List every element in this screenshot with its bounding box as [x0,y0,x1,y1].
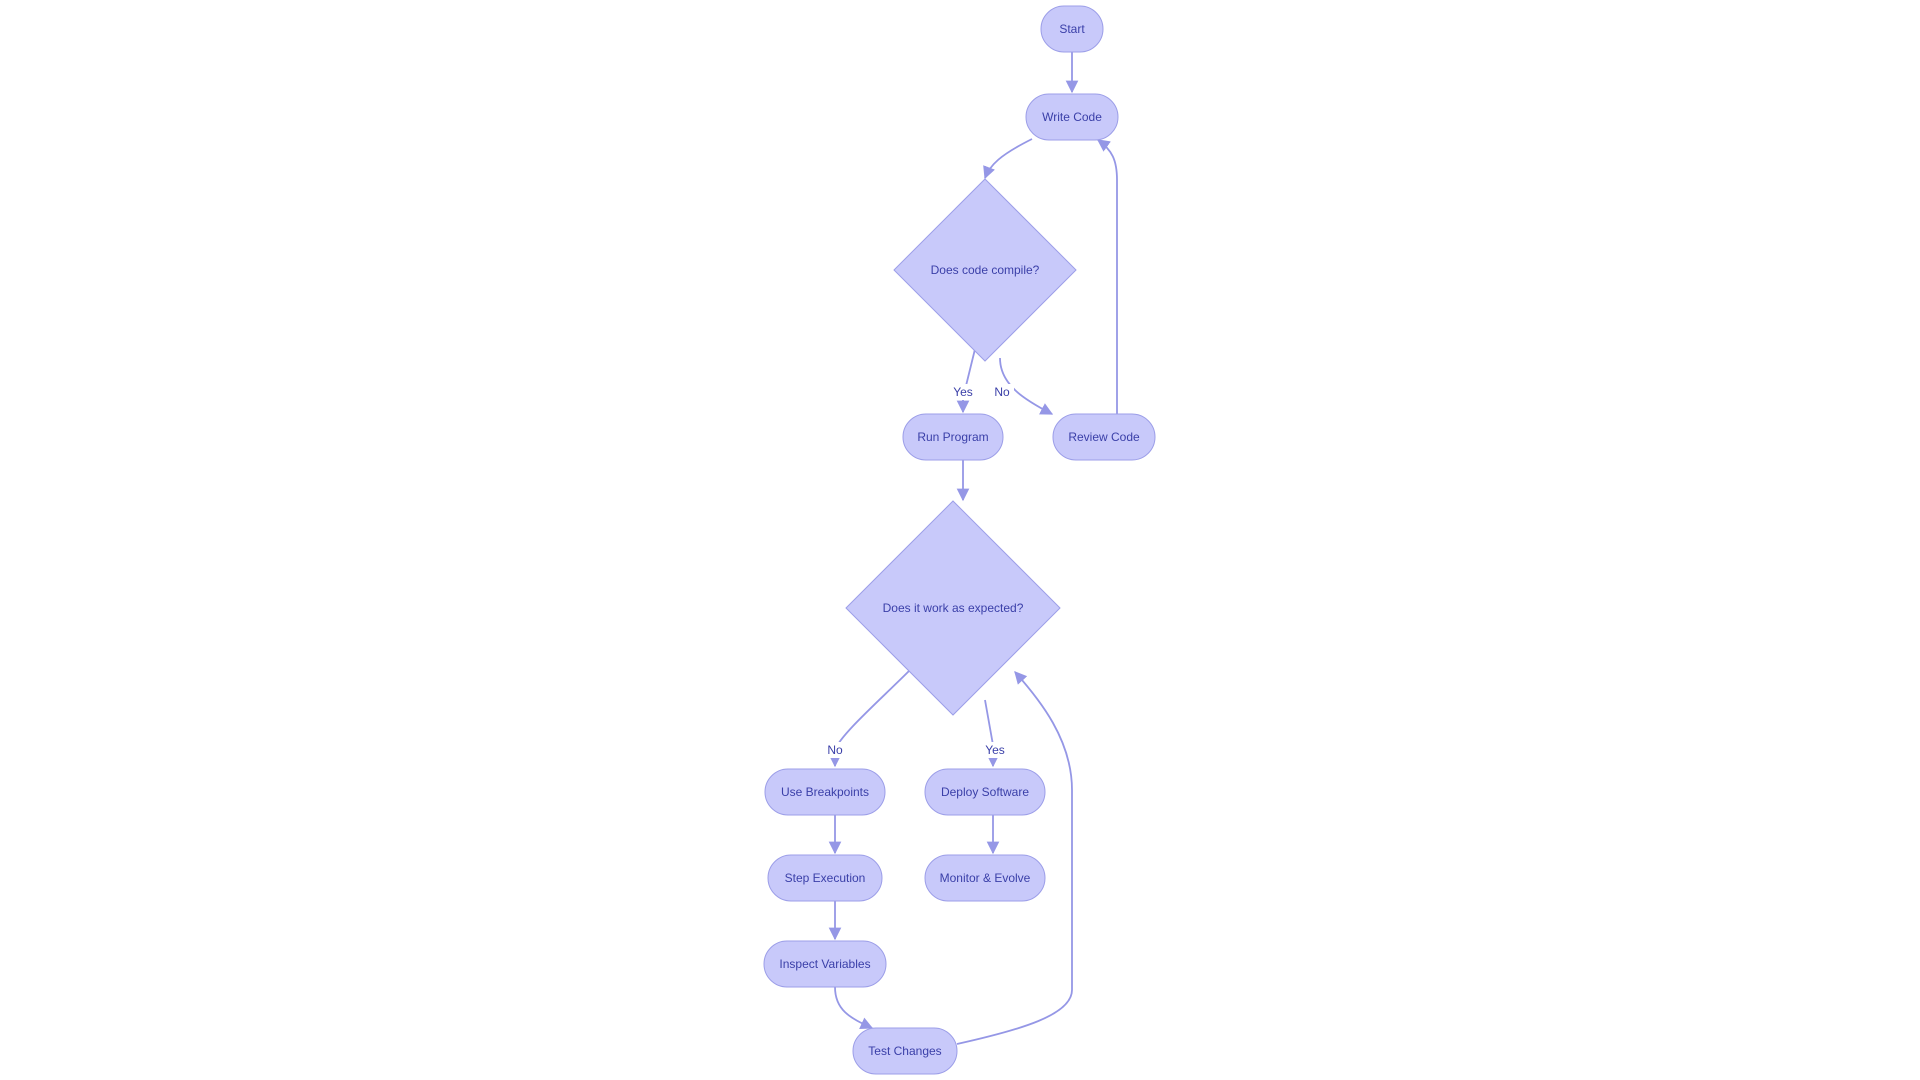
node-label: Does code compile? [931,263,1040,277]
node-use-breakpoints[interactable]: Use Breakpoints [764,768,886,816]
node-label: Run Program [917,430,988,444]
nodes-layer: Start Write Code Does code compile? Run Pro… [763,5,1156,1075]
node-compile[interactable]: Does code compile? [893,178,1077,362]
edge-label-text: Yes [953,385,973,399]
edge-inspect-vars-to-test-changes [834,986,874,1030]
edge-write-code-to-compile [983,138,1033,180]
edge-label-text: No [994,385,1010,399]
node-inspect-vars[interactable]: Inspect Variables [763,940,887,988]
node-label: Does it work as expected? [883,601,1024,615]
node-works[interactable]: Does it work as expected? [845,500,1061,716]
node-label: Deploy Software [941,785,1029,799]
edge-review-code-to-write-code [1096,139,1118,414]
edge-label-text: Yes [985,743,1005,757]
edge-label-text: No [827,743,843,757]
edge-label: No [823,742,847,758]
node-label: Monitor & Evolve [940,871,1031,885]
node-label: Use Breakpoints [781,785,869,799]
node-review-code[interactable]: Review Code [1052,413,1156,461]
node-test-changes[interactable]: Test Changes [852,1027,958,1075]
node-label: Step Execution [785,871,866,885]
node-write-code[interactable]: Write Code [1025,93,1119,141]
node-label: Review Code [1068,430,1140,444]
node-label: Start [1059,22,1085,36]
edge-label: Yes [951,384,975,400]
node-step-exec[interactable]: Step Execution [767,854,883,902]
node-run-program[interactable]: Run Program [902,413,1004,461]
node-monitor[interactable]: Monitor & Evolve [924,854,1046,902]
node-label: Test Changes [868,1044,941,1058]
edge-compile-to-run-program [956,344,977,414]
edge-label: Yes [983,742,1007,758]
edge-label: No [990,384,1014,400]
node-start[interactable]: Start [1040,5,1104,53]
node-label: Inspect Variables [779,957,870,971]
node-label: Write Code [1042,110,1102,124]
flowchart-canvas: Start Write Code Does code compile? Run Pro… [763,5,1156,1075]
node-deploy[interactable]: Deploy Software [924,768,1046,816]
